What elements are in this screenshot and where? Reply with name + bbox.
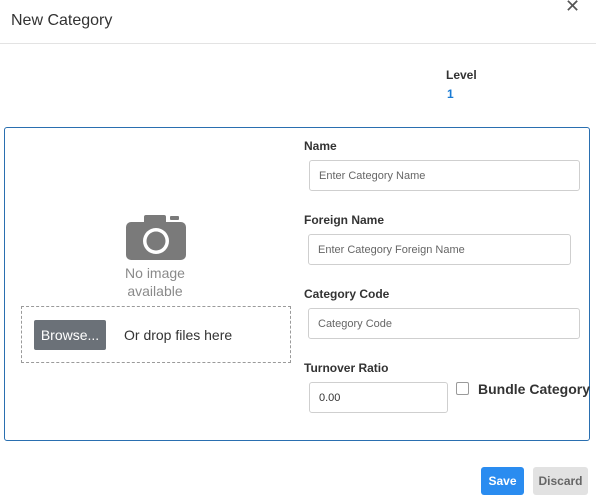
- category-code-label: Category Code: [304, 287, 390, 301]
- no-image-line2: available: [127, 283, 183, 299]
- browse-button[interactable]: Browse...: [34, 320, 106, 350]
- turnover-ratio-label: Turnover Ratio: [304, 361, 389, 375]
- level-label: Level: [446, 68, 477, 82]
- level-value: 1: [447, 87, 454, 101]
- header-divider: [0, 43, 596, 44]
- foreign-name-input[interactable]: [308, 234, 571, 265]
- dialog-title: New Category: [11, 12, 113, 29]
- name-input[interactable]: [309, 160, 580, 191]
- name-label: Name: [304, 139, 337, 153]
- no-image-text: No image available: [100, 264, 210, 300]
- bundle-category-label[interactable]: Bundle Category: [478, 381, 590, 397]
- foreign-name-label: Foreign Name: [304, 213, 385, 227]
- turnover-ratio-input[interactable]: [309, 382, 448, 413]
- category-code-input[interactable]: [308, 308, 580, 339]
- bundle-category-checkbox[interactable]: [456, 382, 469, 395]
- camera-icon: [126, 215, 186, 260]
- discard-button[interactable]: Discard: [533, 467, 588, 495]
- no-image-line1: No image: [125, 265, 185, 281]
- drop-files-text: Or drop files here: [124, 327, 233, 343]
- close-icon[interactable]: ✕: [565, 0, 580, 15]
- save-button[interactable]: Save: [481, 467, 524, 495]
